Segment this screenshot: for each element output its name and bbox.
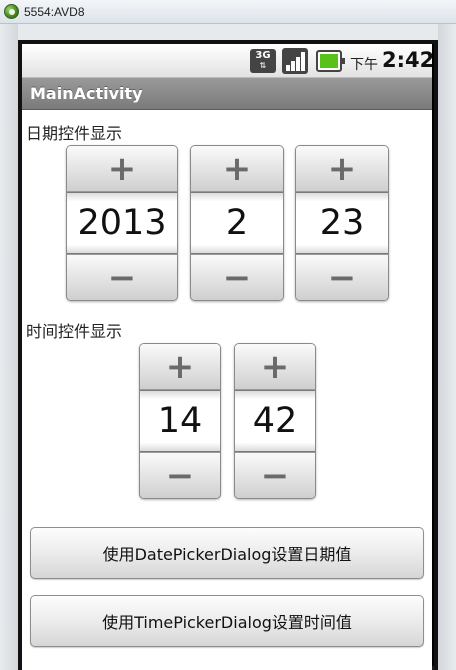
emulator-frame-right — [438, 24, 456, 670]
hour-increment-button[interactable]: + — [140, 344, 220, 390]
minute-value[interactable]: 42 — [235, 390, 315, 452]
month-value[interactable]: 2 — [191, 192, 283, 254]
android-emulator-icon — [4, 4, 19, 19]
year-decrement-button[interactable]: − — [67, 254, 177, 300]
hour-picker: + 14 − — [139, 343, 221, 499]
day-decrement-button[interactable]: − — [296, 254, 388, 300]
day-value[interactable]: 23 — [296, 192, 388, 254]
month-increment-button[interactable]: + — [191, 146, 283, 192]
month-decrement-button[interactable]: − — [191, 254, 283, 300]
date-section-label: 日期控件显示 — [26, 124, 123, 143]
year-increment-button[interactable]: + — [67, 146, 177, 192]
network-type-label: 3G — [255, 50, 271, 61]
set-time-dialog-button[interactable]: 使用TimePickerDialog设置时间值 — [30, 595, 424, 647]
day-picker: + 23 − — [295, 145, 389, 301]
data-activity-arrows-icon: ⇅ — [259, 61, 267, 70]
battery-charging-icon — [316, 50, 345, 72]
hour-decrement-button[interactable]: − — [140, 452, 220, 498]
minute-picker: + 42 − — [234, 343, 316, 499]
year-value[interactable]: 2013 — [67, 192, 177, 254]
year-picker: + 2013 − — [66, 145, 178, 301]
device-screen: 3G ⇅ 下午 2:42 MainActivity 日期控件显示 + 2013 … — [22, 44, 432, 670]
time-section-label: 时间控件显示 — [26, 322, 123, 341]
app-title: MainActivity — [30, 84, 143, 103]
hour-value[interactable]: 14 — [140, 390, 220, 452]
emulator-window-title: 5554:AVD8 — [24, 4, 85, 19]
status-time: 2:42 — [382, 48, 432, 72]
minute-decrement-button[interactable]: − — [235, 452, 315, 498]
status-ampm: 下午 — [350, 57, 378, 73]
app-title-bar: MainActivity — [22, 78, 432, 110]
network-3g-icon: 3G ⇅ — [250, 49, 276, 73]
day-increment-button[interactable]: + — [296, 146, 388, 192]
set-date-dialog-button[interactable]: 使用DatePickerDialog设置日期值 — [30, 527, 424, 579]
month-picker: + 2 − — [190, 145, 284, 301]
signal-strength-icon — [282, 48, 308, 74]
minute-increment-button[interactable]: + — [235, 344, 315, 390]
emulator-frame-top — [18, 24, 438, 40]
emulator-window-titlebar: 5554:AVD8 — [0, 0, 456, 24]
status-bar: 3G ⇅ 下午 2:42 — [22, 44, 432, 78]
emulator-frame-left — [0, 24, 18, 670]
